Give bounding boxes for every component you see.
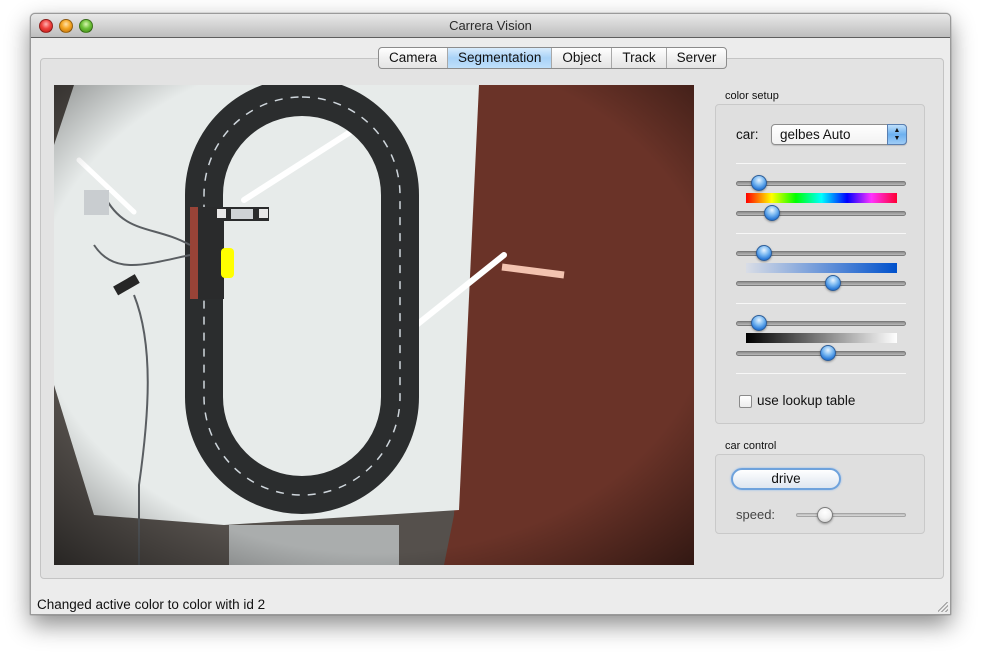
divider bbox=[736, 303, 906, 304]
divider bbox=[736, 163, 906, 164]
saturation-min-knob[interactable] bbox=[755, 245, 772, 261]
saturation-max-slider[interactable] bbox=[736, 275, 906, 291]
saturation-max-knob[interactable] bbox=[824, 275, 841, 291]
camera-view bbox=[54, 85, 694, 565]
window-title: Carrera Vision bbox=[449, 18, 532, 33]
saturation-gradient-bar bbox=[746, 263, 897, 273]
select-stepper-icon: ▲ ▼ bbox=[887, 124, 907, 145]
speed-label: speed: bbox=[736, 507, 776, 522]
divider bbox=[736, 373, 906, 374]
color-setup-group: car: gelbes Auto ▲ ▼ use lookup table bbox=[715, 104, 925, 424]
vignette bbox=[54, 85, 694, 565]
hue-min-knob[interactable] bbox=[750, 175, 767, 191]
tab-track[interactable]: Track bbox=[612, 48, 667, 68]
segmentation-panel: color setup car: gelbes Auto ▲ ▼ use loo… bbox=[40, 58, 944, 579]
car-control-group: drive speed: bbox=[715, 454, 925, 534]
app-window: Carrera Vision Camera Segmentation Objec… bbox=[30, 13, 951, 615]
tab-server[interactable]: Server bbox=[667, 48, 727, 68]
saturation-min-slider[interactable] bbox=[736, 245, 906, 261]
car-select[interactable]: gelbes Auto ▲ ▼ bbox=[771, 124, 907, 145]
car-control-title: car control bbox=[725, 440, 777, 452]
status-message: Changed active color to color with id 2 bbox=[37, 597, 266, 612]
value-min-slider[interactable] bbox=[736, 315, 906, 331]
divider bbox=[736, 233, 906, 234]
tab-object[interactable]: Object bbox=[552, 48, 613, 68]
use-lookup-table-label[interactable]: use lookup table bbox=[757, 393, 855, 408]
value-max-knob[interactable] bbox=[819, 345, 836, 361]
tab-bar: Camera Segmentation Object Track Server bbox=[378, 47, 728, 69]
resize-grip-icon[interactable] bbox=[938, 602, 948, 612]
hue-gradient-bar bbox=[746, 193, 897, 203]
hue-min-slider[interactable] bbox=[736, 175, 906, 191]
use-lookup-table-checkbox[interactable] bbox=[739, 395, 752, 408]
speed-slider[interactable] bbox=[796, 507, 906, 523]
speed-knob[interactable] bbox=[817, 507, 834, 523]
color-setup-title: color setup bbox=[725, 90, 779, 102]
tab-segmentation[interactable]: Segmentation bbox=[448, 48, 553, 68]
value-min-knob[interactable] bbox=[750, 315, 767, 331]
tab-camera[interactable]: Camera bbox=[379, 48, 449, 68]
car-select-value: gelbes Auto bbox=[780, 127, 851, 142]
value-max-slider[interactable] bbox=[736, 345, 906, 361]
hue-max-knob[interactable] bbox=[764, 205, 781, 221]
car-label: car: bbox=[736, 127, 759, 142]
drive-button[interactable]: drive bbox=[731, 468, 841, 490]
hue-max-slider[interactable] bbox=[736, 205, 906, 221]
value-gradient-bar bbox=[746, 333, 897, 343]
title-bar[interactable]: Carrera Vision bbox=[31, 14, 950, 38]
camera-image bbox=[54, 85, 694, 565]
